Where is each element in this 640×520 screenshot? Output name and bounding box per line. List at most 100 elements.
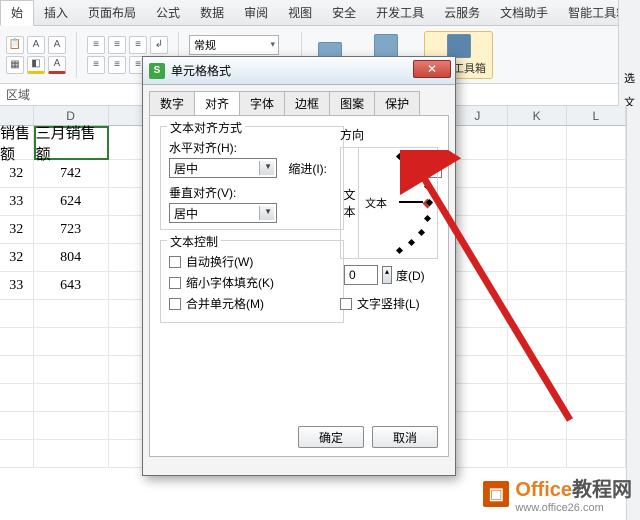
merge-checkbox[interactable]: 合并单元格(M) xyxy=(169,295,335,312)
cell[interactable] xyxy=(508,272,567,300)
tab-security[interactable]: 安全 xyxy=(322,4,366,21)
cell[interactable] xyxy=(567,384,626,412)
dtab-pattern[interactable]: 图案 xyxy=(329,91,375,115)
vertical-text-button[interactable]: 文本 xyxy=(341,148,359,258)
orientation-box[interactable]: 文本 文本 xyxy=(340,147,438,259)
cell[interactable] xyxy=(0,300,34,328)
cell[interactable] xyxy=(508,244,567,272)
cell[interactable] xyxy=(448,272,507,300)
spinner-buttons[interactable]: ▴ xyxy=(382,266,392,284)
cell[interactable] xyxy=(448,160,507,188)
orientation-dial[interactable]: 文本 xyxy=(359,148,437,258)
tab-view[interactable]: 视图 xyxy=(278,4,322,21)
font-color-icon[interactable]: A xyxy=(48,56,66,74)
cell[interactable] xyxy=(508,300,567,328)
cell[interactable]: 32 xyxy=(0,244,34,272)
tab-review[interactable]: 审阅 xyxy=(234,4,278,21)
cell[interactable]: 33 xyxy=(0,272,34,300)
wrap-icon[interactable]: ↲ xyxy=(150,36,168,54)
cell[interactable] xyxy=(0,328,34,356)
align-left-icon[interactable]: ≡ xyxy=(87,56,105,74)
align-center-icon[interactable]: ≡ xyxy=(108,56,126,74)
align-middle-icon[interactable]: ≡ xyxy=(108,36,126,54)
align-bottom-icon[interactable]: ≡ xyxy=(129,36,147,54)
dtab-number[interactable]: 数字 xyxy=(149,91,195,115)
font-size-down-icon[interactable]: A xyxy=(48,36,66,54)
cell[interactable] xyxy=(34,440,109,468)
cell[interactable] xyxy=(508,188,567,216)
cell[interactable] xyxy=(508,412,567,440)
dialog-titlebar[interactable]: S 单元格格式 ✕ xyxy=(143,57,455,85)
rside-a[interactable]: 选 xyxy=(624,70,635,86)
cell[interactable] xyxy=(448,412,507,440)
cell[interactable] xyxy=(508,384,567,412)
tab-home[interactable]: 始 xyxy=(0,0,34,26)
cell[interactable]: 723 xyxy=(34,216,109,244)
cell[interactable]: 32 xyxy=(0,216,34,244)
cell[interactable] xyxy=(567,412,626,440)
cell[interactable] xyxy=(567,328,626,356)
cell[interactable] xyxy=(448,300,507,328)
cancel-button[interactable]: 取消 xyxy=(372,426,438,448)
dtab-protect[interactable]: 保护 xyxy=(374,91,420,115)
wrap-checkbox[interactable]: 自动换行(W) xyxy=(169,253,335,270)
cell[interactable] xyxy=(0,356,34,384)
cell[interactable] xyxy=(448,244,507,272)
tab-layout[interactable]: 页面布局 xyxy=(78,4,146,21)
cell[interactable] xyxy=(0,440,34,468)
vertical-text-checkbox[interactable]: 文字竖排(L) xyxy=(340,295,438,312)
dtab-font[interactable]: 字体 xyxy=(239,91,285,115)
fill-color-icon[interactable]: ◧ xyxy=(27,56,45,74)
cell-selected[interactable]: 三月销售额 xyxy=(34,126,109,160)
number-format-combo[interactable]: 常规 xyxy=(189,35,279,55)
cell[interactable] xyxy=(567,440,626,468)
tab-dochelp[interactable]: 文档助手 xyxy=(490,4,558,21)
h-align-select[interactable]: 居中 xyxy=(169,158,277,178)
shrink-checkbox[interactable]: 缩小字体填充(K) xyxy=(169,274,335,291)
tab-dev[interactable]: 开发工具 xyxy=(366,4,434,21)
cell[interactable]: 33 xyxy=(0,188,34,216)
cell[interactable] xyxy=(567,216,626,244)
cell[interactable]: 624 xyxy=(34,188,109,216)
cell[interactable] xyxy=(448,188,507,216)
tab-data[interactable]: 数据 xyxy=(190,4,234,21)
dtab-border[interactable]: 边框 xyxy=(284,91,330,115)
col-header-j[interactable]: J xyxy=(448,106,507,125)
cell[interactable] xyxy=(448,384,507,412)
cell[interactable] xyxy=(567,356,626,384)
cell[interactable] xyxy=(448,126,507,160)
cell[interactable] xyxy=(34,412,109,440)
cell[interactable] xyxy=(448,216,507,244)
cell[interactable]: 804 xyxy=(34,244,109,272)
cell[interactable]: 32 xyxy=(0,160,34,188)
vertical-scrollbar[interactable] xyxy=(626,106,640,520)
cell[interactable] xyxy=(34,356,109,384)
cell[interactable] xyxy=(448,328,507,356)
cell[interactable] xyxy=(0,384,34,412)
paste-icon[interactable]: 📋 xyxy=(6,36,24,54)
name-box[interactable]: 区域 xyxy=(6,86,30,103)
ok-button[interactable]: 确定 xyxy=(298,426,364,448)
bold-icon[interactable]: ▦ xyxy=(6,56,24,74)
cell[interactable] xyxy=(448,356,507,384)
close-button[interactable]: ✕ xyxy=(413,60,451,78)
tab-cloud[interactable]: 云服务 xyxy=(434,4,490,21)
cell[interactable] xyxy=(34,300,109,328)
cell[interactable] xyxy=(508,160,567,188)
v-align-select[interactable]: 居中 xyxy=(169,203,277,223)
cell[interactable] xyxy=(567,126,626,160)
align-top-icon[interactable]: ≡ xyxy=(87,36,105,54)
cell[interactable]: 643 xyxy=(34,272,109,300)
cell[interactable] xyxy=(448,440,507,468)
cell[interactable] xyxy=(508,216,567,244)
degree-spinner[interactable]: 0 xyxy=(344,265,378,285)
cell[interactable] xyxy=(567,272,626,300)
col-header-k[interactable]: K xyxy=(508,106,567,125)
cell[interactable] xyxy=(567,188,626,216)
cell[interactable] xyxy=(567,244,626,272)
font-size-up-icon[interactable]: A xyxy=(27,36,45,54)
cell[interactable] xyxy=(508,440,567,468)
cell[interactable] xyxy=(34,328,109,356)
cell[interactable] xyxy=(34,384,109,412)
cell[interactable]: 742 xyxy=(34,160,109,188)
